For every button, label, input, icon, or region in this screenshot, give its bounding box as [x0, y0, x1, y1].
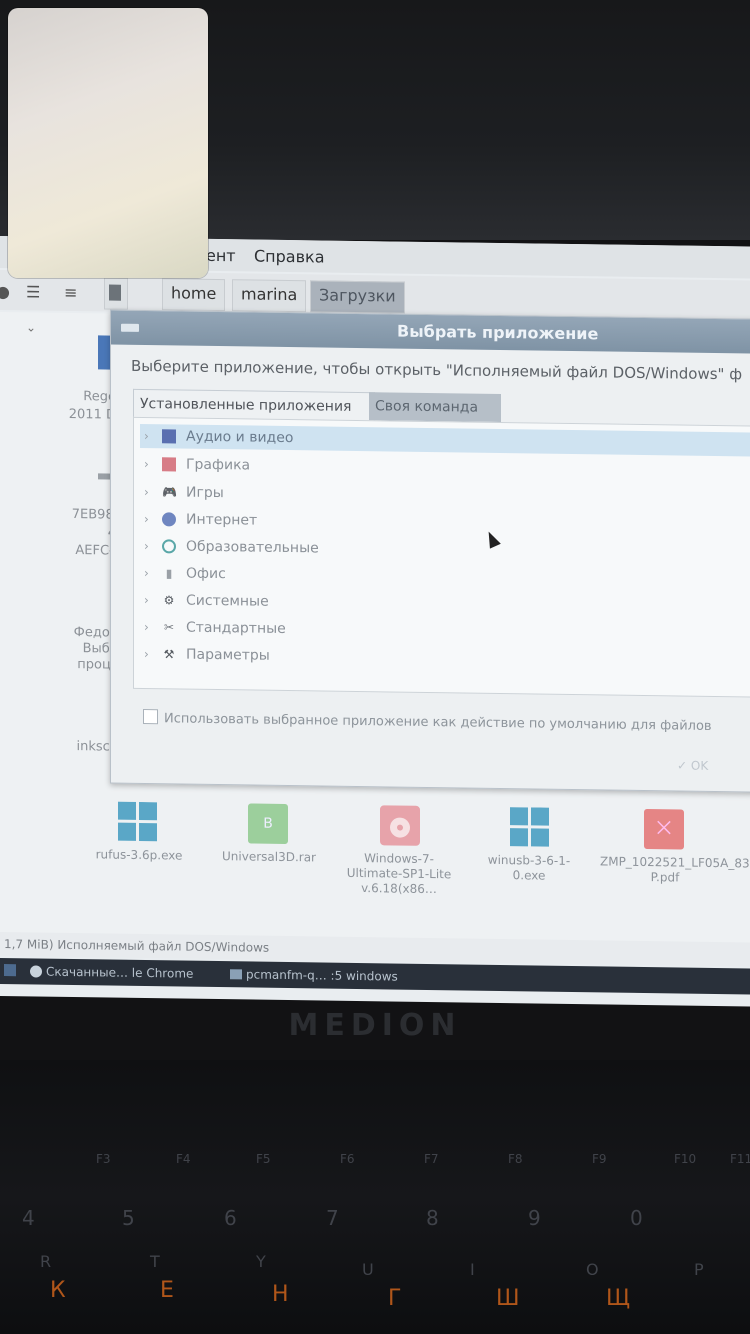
- key: 7: [326, 1206, 339, 1230]
- key: U: [362, 1260, 374, 1279]
- chevron-right-icon[interactable]: ›: [144, 480, 149, 504]
- key: F5: [256, 1152, 271, 1166]
- key: R: [40, 1252, 52, 1271]
- tree-row-audio-video[interactable]: › Аудио и видео: [140, 423, 750, 457]
- folder-icon: [230, 969, 242, 980]
- default-app-checkbox-row[interactable]: Использовать выбранное приложение как де…: [143, 708, 712, 734]
- file-label-fragment: 4: [40, 525, 116, 541]
- laptop-keyboard: F3 F4 F5 F6 F7 F8 F9 F10 F11 4 5 6 7 8 9…: [0, 1060, 750, 1334]
- icon-view-icon[interactable]: ☰: [26, 282, 40, 301]
- key: Н: [272, 1282, 289, 1307]
- key: Е: [160, 1278, 174, 1303]
- file-name: Universal3D.rar: [222, 849, 316, 865]
- collapse-chevron-icon[interactable]: ⌄: [26, 320, 36, 334]
- accessories-icon: ✂: [163, 620, 175, 635]
- laptop-screen: ент Справка ● ☰ ≡ / home marina Загрузки…: [0, 236, 750, 1007]
- key: 0: [630, 1206, 643, 1230]
- key: F9: [592, 1152, 607, 1166]
- key: F3: [96, 1152, 111, 1166]
- file-name: winusb-3-6-1-0.exe: [487, 852, 571, 883]
- chevron-right-icon[interactable]: ›: [144, 588, 149, 612]
- choose-app-dialog: Выбрать приложение Выберите приложение, …: [110, 309, 750, 793]
- key: 4: [22, 1206, 35, 1230]
- key: F11: [730, 1152, 750, 1166]
- list-view-icon[interactable]: ≡: [64, 283, 77, 302]
- key: Y: [256, 1252, 266, 1271]
- chevron-right-icon[interactable]: ›: [144, 615, 149, 639]
- key: F6: [340, 1152, 355, 1166]
- key: К: [50, 1278, 66, 1303]
- default-app-checkbox-label: Использовать выбранное приложение как де…: [164, 711, 712, 734]
- window-menu-icon[interactable]: [121, 323, 139, 332]
- file-name: ZMP_1022521_LF05A_83-P.pdf: [600, 854, 750, 885]
- chevron-right-icon[interactable]: ›: [144, 642, 149, 666]
- system-gear-icon: ⚙: [163, 593, 175, 608]
- laptop-brand-logo: MEDION: [288, 1008, 462, 1043]
- chrome-icon: [30, 965, 42, 978]
- menu-item-help[interactable]: Справка: [254, 247, 325, 267]
- ok-button-faded[interactable]: ✓ OK: [677, 758, 708, 772]
- key: I: [470, 1260, 475, 1279]
- file-item[interactable]: ⨉ ZMP_1022521_LF05A_83-P.pdf: [600, 808, 750, 930]
- chevron-right-icon[interactable]: ›: [144, 561, 149, 585]
- internet-icon: [162, 512, 176, 527]
- file-item[interactable]: Windows-7-Ultimate-SP1-Lite v.6.18(x86…: [344, 805, 454, 927]
- breadcrumb-home[interactable]: home: [162, 278, 226, 312]
- back-icon[interactable]: ●: [0, 282, 10, 301]
- chevron-right-icon[interactable]: ›: [144, 507, 149, 531]
- file-item[interactable]: B Universal3D.rar: [214, 803, 324, 925]
- tree-row-graphics[interactable]: › Графика: [140, 452, 750, 485]
- breadcrumb-root[interactable]: /: [104, 277, 128, 330]
- file-label-fragment: Rege: [83, 389, 116, 405]
- file-item[interactable]: winusb-3-6-1-0.exe: [474, 807, 584, 929]
- file-item[interactable]: rufus-3.6p.exe: [84, 801, 194, 923]
- chevron-right-icon[interactable]: ›: [144, 534, 149, 558]
- webcam-overlay: [8, 8, 208, 278]
- tree-row-settings[interactable]: › ⚒ Параметры: [140, 642, 750, 675]
- key: T: [150, 1252, 160, 1271]
- drive-icon: [109, 284, 121, 301]
- key: F8: [508, 1152, 523, 1166]
- key: F10: [674, 1152, 697, 1166]
- settings-icon: ⚒: [163, 647, 175, 662]
- dialog-prompt: Выберите приложение, чтобы открыть "Испо…: [131, 356, 743, 384]
- windows-exe-icon: [510, 807, 550, 848]
- key: P: [694, 1260, 704, 1279]
- app-category-tree: › Аудио и видео › Графика › 🎮 Игры › Инт…: [133, 416, 750, 698]
- chevron-right-icon[interactable]: ›: [144, 452, 149, 476]
- key: Г: [388, 1286, 402, 1311]
- key: 6: [224, 1206, 237, 1230]
- pdf-icon: ⨉: [644, 808, 684, 850]
- office-icon: ▮: [165, 566, 173, 581]
- file-name: Windows-7-Ultimate-SP1-Lite v.6.18(x86…: [346, 851, 452, 897]
- key: F4: [176, 1152, 191, 1166]
- default-app-checkbox[interactable]: [143, 708, 158, 725]
- chevron-right-icon[interactable]: ›: [144, 424, 149, 448]
- key: Щ: [606, 1286, 631, 1311]
- file-name: rufus-3.6p.exe: [95, 847, 183, 863]
- dialog-title: Выбрать приложение: [397, 321, 599, 344]
- key: 9: [528, 1206, 541, 1230]
- games-icon: 🎮: [162, 485, 177, 500]
- key: 5: [122, 1206, 135, 1230]
- windows-exe-icon: [118, 801, 158, 843]
- breadcrumb-downloads[interactable]: Загрузки: [310, 280, 405, 314]
- key: O: [586, 1260, 599, 1279]
- tab-custom-command[interactable]: Своя команда: [369, 392, 501, 422]
- taskbar-item-file-manager[interactable]: pcmanfm-q… :5 windows: [230, 961, 398, 989]
- education-icon: [162, 539, 176, 554]
- archive-icon: B: [248, 803, 288, 845]
- disc-image-icon: [380, 805, 420, 846]
- file-label-fragment: 2011 D: [68, 406, 116, 423]
- breadcrumb-marina[interactable]: marina: [232, 279, 307, 313]
- dialog-titlebar[interactable]: Выбрать приложение: [111, 310, 750, 354]
- taskbar-item-chrome[interactable]: Скачанные… le Chrome: [30, 958, 193, 986]
- audio-video-icon: [162, 429, 176, 444]
- start-menu-icon[interactable]: [4, 964, 16, 977]
- key: F7: [424, 1152, 439, 1166]
- key: 8: [426, 1206, 439, 1230]
- key: Ш: [496, 1286, 520, 1311]
- menu-item-partial[interactable]: ент: [206, 246, 236, 265]
- graphics-icon: [162, 457, 176, 472]
